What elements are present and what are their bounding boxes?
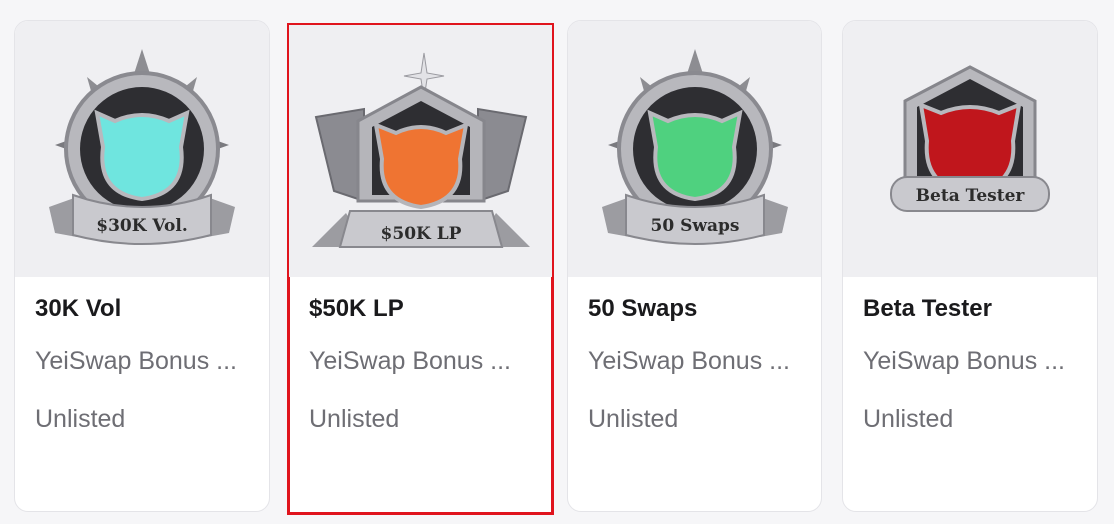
nft-card-50k-lp[interactable]: $50K LP $50K LP YeiSwap Bonus ... Unlist…	[287, 23, 554, 515]
badge-beta-tester-icon: Beta Tester	[890, 65, 1050, 212]
nft-name: 50 Swaps	[588, 295, 698, 322]
nft-name: $50K LP	[309, 295, 404, 322]
nft-image-30k-vol[interactable]: $30K Vol.	[15, 21, 269, 277]
nft-name: Beta Tester	[863, 295, 992, 322]
nft-collection: YeiSwap Bonus ...	[863, 347, 1065, 375]
nft-image-50-swaps[interactable]: 50 Swaps	[568, 21, 821, 277]
badge-30k-vol-icon: $30K Vol.	[49, 49, 235, 245]
nft-listing-status: Unlisted	[35, 405, 126, 433]
nft-card-30k-vol[interactable]: $30K Vol. 30K Vol YeiSwap Bonus ... Unli…	[14, 20, 270, 512]
badge-label-50k-lp: $50K LP	[380, 224, 461, 244]
nft-image-beta-tester[interactable]: Beta Tester	[843, 21, 1097, 277]
nft-listing-status: Unlisted	[588, 405, 679, 433]
nft-collection: YeiSwap Bonus ...	[35, 347, 237, 375]
nft-listing-status: Unlisted	[309, 405, 400, 433]
badge-fox-shape	[646, 109, 743, 202]
nft-listing-status: Unlisted	[863, 405, 954, 433]
badge-label-30k-vol: $30K Vol.	[96, 216, 188, 236]
nft-name: 30K Vol	[35, 295, 122, 322]
badge-label-50-swaps: 50 Swaps	[650, 216, 739, 236]
nft-collection: YeiSwap Bonus ...	[588, 347, 790, 375]
badge-fox-shape	[372, 121, 469, 210]
nft-collection: YeiSwap Bonus ...	[309, 347, 511, 375]
badge-fox-shape	[94, 109, 190, 202]
nft-card-beta-tester[interactable]: Beta Tester Beta Tester YeiSwap Bonus ..…	[842, 20, 1098, 512]
badge-label-beta-tester: Beta Tester	[916, 186, 1026, 206]
nft-card-grid: $30K Vol. 30K Vol YeiSwap Bonus ... Unli…	[0, 0, 1114, 524]
nft-card-50-swaps[interactable]: 50 Swaps 50 Swaps YeiSwap Bonus ... Unli…	[567, 20, 822, 512]
badge-50-swaps-icon: 50 Swaps	[601, 49, 788, 245]
nft-image-50k-lp[interactable]: $50K LP	[289, 25, 552, 277]
badge-50k-lp-icon: $50K LP	[311, 52, 530, 248]
